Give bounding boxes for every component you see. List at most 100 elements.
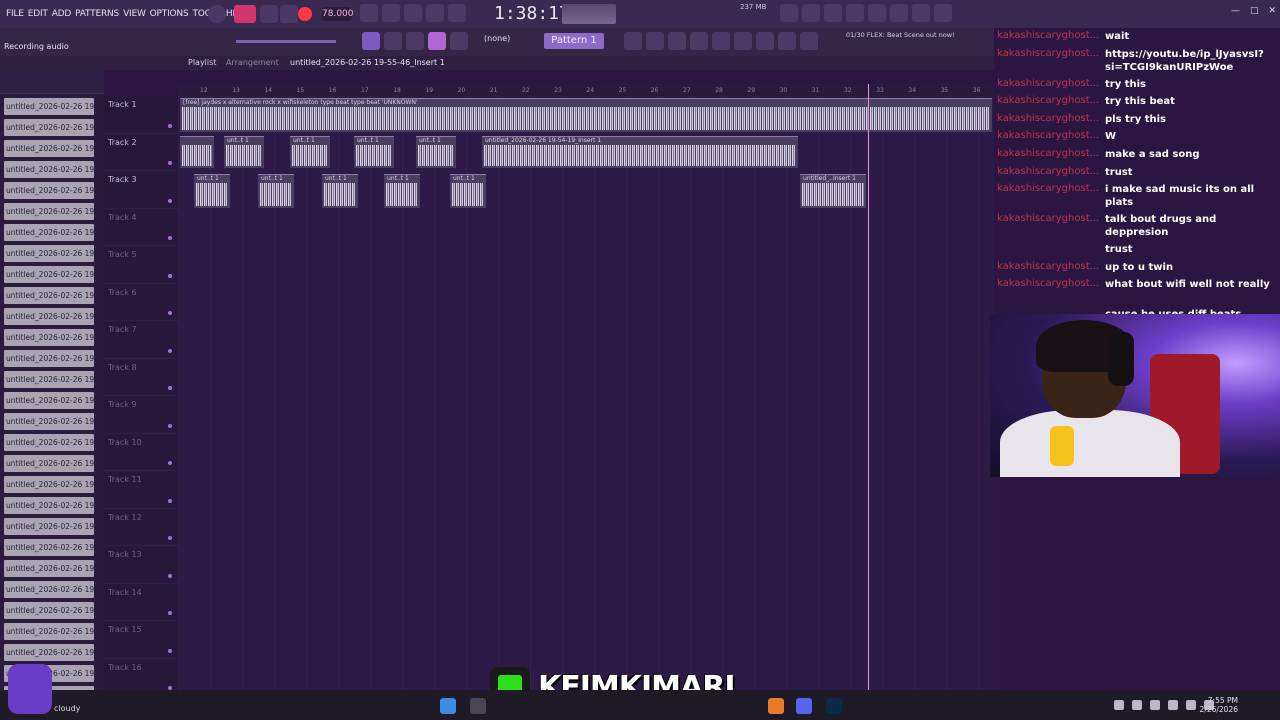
chat-username[interactable]: kakashiscaryghost... (997, 95, 1105, 108)
panic-icon[interactable] (802, 4, 820, 22)
weather-widget[interactable]: cloudy (54, 704, 80, 713)
reset-icon[interactable] (780, 4, 798, 22)
menu-add[interactable]: ADD (52, 9, 72, 19)
chevron-up-icon[interactable] (1114, 700, 1124, 710)
browser-item[interactable]: untitled_2026-02-26 19- (4, 455, 94, 472)
pattern-selector[interactable]: Pattern 1 (544, 33, 604, 49)
chat-icon[interactable] (912, 4, 930, 22)
info-icon[interactable] (778, 32, 796, 50)
browser-item[interactable]: untitled_2026-02-26 19- (4, 329, 94, 346)
play-button[interactable] (260, 5, 278, 23)
track-header[interactable]: Track 15 (104, 621, 178, 659)
browser-item[interactable]: untitled_2026-02-26 19- (4, 182, 94, 199)
chat-username[interactable]: kakashiscaryghost... (997, 148, 1105, 161)
browser-item[interactable]: untitled_2026-02-26 19- (4, 434, 94, 451)
master-volume-slider[interactable] (236, 40, 336, 43)
tempo-display[interactable]: 78.000 (322, 7, 354, 21)
track-header[interactable]: Track 4 (104, 209, 178, 246)
track-led-icon[interactable] (168, 348, 172, 353)
monitor-icon[interactable] (1168, 700, 1178, 710)
export-icon[interactable] (934, 4, 952, 22)
link-icon[interactable] (428, 32, 446, 50)
chat-username[interactable]: kakashiscaryghost... (997, 183, 1105, 209)
timeline-ruler[interactable]: 12 13 14 15 16 17 18 19 20 21 22 23 24 25 26 27 28 29 30 31… (178, 84, 1000, 96)
clock[interactable]: 7:55 PM 2/26/2026 (1200, 696, 1238, 714)
audio-clip[interactable]: unt..t 1 (384, 174, 420, 208)
channel-rack-icon[interactable] (646, 32, 664, 50)
browser-item[interactable]: untitled_2026-02-26 19- (4, 98, 94, 115)
wifi-icon[interactable] (1186, 700, 1196, 710)
track-header[interactable]: Track 9 (104, 396, 178, 434)
audio-clip[interactable]: [free] jaydes x alternative rock x wifis… (180, 98, 992, 132)
draw-icon[interactable] (406, 32, 424, 50)
chat-username[interactable]: kakashiscaryghost... (997, 213, 1105, 239)
playlist-icon[interactable] (362, 32, 380, 50)
stop-button[interactable] (280, 5, 298, 23)
track-led-icon[interactable] (168, 198, 172, 203)
browser-item[interactable]: untitled_2026-02-26 19- (4, 581, 94, 598)
browser-item[interactable]: untitled_2026-02-26 19- (4, 560, 94, 577)
arrow-icon[interactable] (384, 32, 402, 50)
track-header[interactable]: Track 12 (104, 509, 178, 546)
track-header[interactable]: Track 11 (104, 471, 178, 509)
stamp-icon[interactable] (450, 32, 468, 50)
discord-icon[interactable] (796, 698, 812, 714)
track-header[interactable]: Track 14 (104, 584, 178, 621)
track-header[interactable]: Track 1 (104, 96, 178, 134)
countdown-icon[interactable] (404, 4, 422, 22)
browser-item[interactable]: untitled_2026-02-26 19- (4, 161, 94, 178)
track-led-icon[interactable] (168, 498, 172, 503)
wait-record-icon[interactable] (382, 4, 400, 22)
help-icon[interactable] (846, 4, 864, 22)
record-button[interactable] (298, 7, 312, 21)
plugin-database-icon[interactable] (712, 32, 730, 50)
browser-item[interactable]: untitled_2026-02-26 19- (4, 476, 94, 493)
network-icon[interactable] (1132, 700, 1142, 710)
browser-item[interactable]: untitled_2026-02-26 19- (4, 119, 94, 136)
browser-item[interactable]: untitled_2026-02-26 19- (4, 644, 94, 661)
browser-item[interactable]: untitled_2026-02-26 19- (4, 539, 94, 556)
touch-keyboard-icon[interactable] (756, 32, 774, 50)
track-header[interactable]: Track 6 (104, 284, 178, 321)
audio-clip[interactable]: unt..t 1 (416, 136, 456, 168)
track-led-icon[interactable] (168, 386, 172, 390)
snap-select[interactable]: (none) (484, 34, 510, 43)
audio-clip[interactable]: unt..t 1 (258, 174, 294, 208)
track-led-icon[interactable] (168, 311, 172, 315)
start-icon[interactable] (440, 698, 456, 714)
browser-item[interactable]: untitled_2026-02-26 19- (4, 497, 94, 514)
menu-options[interactable]: OPTIONS (150, 9, 189, 19)
search-icon[interactable] (470, 698, 486, 714)
audio-clip[interactable]: unt..t 1 (194, 174, 230, 208)
track-led-icon[interactable] (168, 161, 172, 165)
browser-item[interactable]: untitled_2026-02-26 19- (4, 392, 94, 409)
audio-clip[interactable]: unt..t 1 (224, 136, 264, 168)
maximize-icon[interactable]: □ (1250, 6, 1259, 16)
piano-roll-icon[interactable] (668, 32, 686, 50)
browser-icon[interactable] (690, 32, 708, 50)
track-header[interactable]: Track 10 (104, 434, 178, 471)
track-led-icon[interactable] (168, 273, 172, 278)
browser-item[interactable]: untitled_2026-02-26 19- (4, 602, 94, 619)
track-header[interactable]: Track 7 (104, 321, 178, 359)
mixer-icon[interactable] (624, 32, 642, 50)
time-display[interactable]: 1:38:17 (494, 3, 570, 24)
track-led-icon[interactable] (168, 236, 172, 240)
audio-clip[interactable] (180, 136, 214, 168)
browser-item[interactable]: untitled_2026-02-26 19- (4, 623, 94, 640)
playlist-filename[interactable]: untitled_2026-02-26 19-55-46_Insert 1 (290, 58, 445, 67)
menu-view[interactable]: VIEW (123, 9, 146, 19)
browser-item[interactable]: untitled_2026-02-26 19- (4, 518, 94, 535)
audio-clip[interactable]: unt..t 1 (290, 136, 330, 168)
chat-username[interactable]: kakashiscaryghost... (997, 278, 1105, 291)
browser-item[interactable]: untitled_2026-02-26 19- (4, 266, 94, 283)
chat-username[interactable]: kakashiscaryghost... (997, 166, 1105, 179)
audio-clip[interactable]: unt..t 1 (354, 136, 394, 168)
save-icon[interactable] (868, 4, 886, 22)
chat-username[interactable] (997, 243, 1105, 256)
track-header[interactable]: Track 5 (104, 246, 178, 284)
fl-studio-icon[interactable] (768, 698, 784, 714)
metronome-icon[interactable] (360, 4, 378, 22)
track-led-icon[interactable] (168, 573, 172, 578)
browser-item[interactable]: untitled_2026-02-26 19- (4, 287, 94, 304)
